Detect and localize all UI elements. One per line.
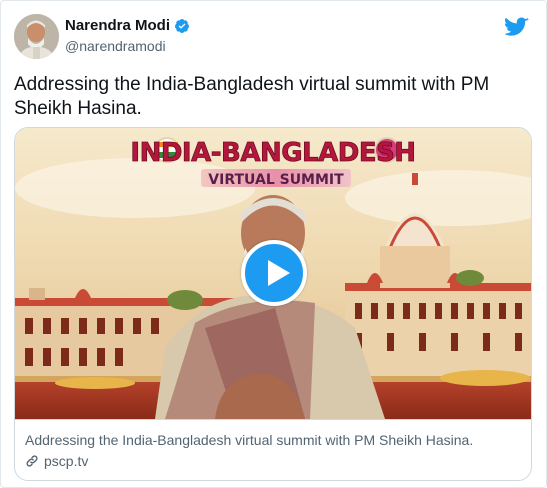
link-card[interactable]: INDIA-BANGLADESH VIRTUAL SUMMIT Addressi… <box>14 127 532 481</box>
tweet-card: Narendra Modi @narendramodi Addressing t… <box>0 0 547 488</box>
media-title-line1: INDIA-BANGLADESH <box>130 138 415 168</box>
media-title-line2: VIRTUAL SUMMIT <box>208 172 344 188</box>
tweet-text: Addressing the India-Bangladesh virtual … <box>14 74 490 119</box>
twitter-bird-icon[interactable] <box>503 17 529 37</box>
author-handle[interactable]: @narendramodi <box>65 38 166 54</box>
video-thumbnail[interactable]: INDIA-BANGLADESH VIRTUAL SUMMIT <box>15 128 531 419</box>
card-domain-link[interactable]: pscp.tv <box>25 453 88 469</box>
verified-badge-icon <box>174 18 190 34</box>
card-description: Addressing the India-Bangladesh virtual … <box>25 432 474 448</box>
author-name-text: Narendra Modi <box>65 17 171 34</box>
link-icon <box>25 454 39 468</box>
play-icon <box>268 260 290 286</box>
card-domain: pscp.tv <box>44 453 89 469</box>
card-body[interactable]: Addressing the India-Bangladesh virtual … <box>15 419 531 480</box>
play-button[interactable] <box>241 240 307 306</box>
avatar[interactable] <box>14 14 59 59</box>
author-name[interactable]: Narendra Modi <box>65 17 190 34</box>
